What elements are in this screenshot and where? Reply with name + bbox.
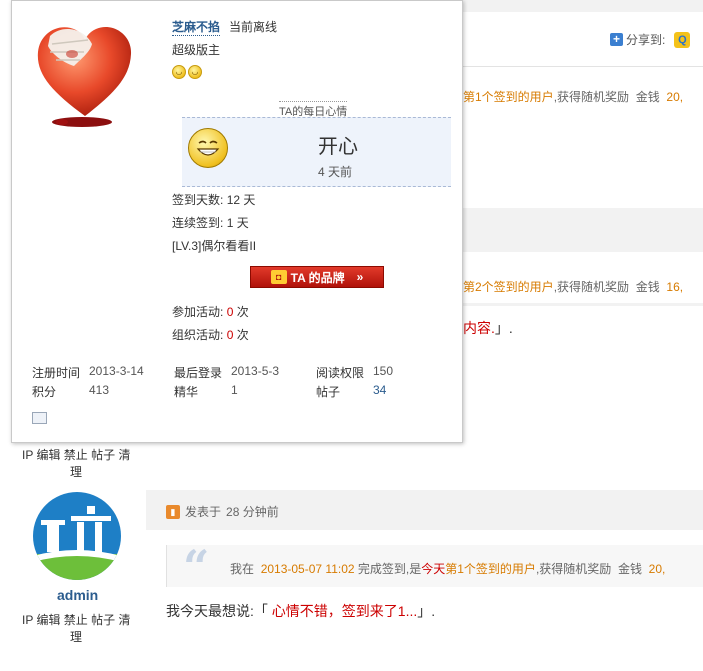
mood-text: 开心 (318, 136, 358, 158)
quote-part: 我在 (230, 562, 255, 576)
admin-link-row[interactable]: 理 (22, 629, 130, 646)
reg-time-label: 注册时间 (32, 366, 81, 380)
user-level: [LV.3]偶尔看看II (172, 239, 257, 253)
read-perm-value: 150 (373, 364, 394, 378)
coin-label: 金钱 (617, 562, 642, 576)
admin-links: IP 编辑 禁止 帖子 清 理 (22, 612, 130, 646)
today-label: 今天 (421, 562, 446, 576)
sign-rank: 第1个签到的用户 (463, 90, 554, 104)
online-status: 当前离线 (229, 20, 278, 34)
coin-label: 金钱 (635, 280, 660, 294)
share-label: 分享到: (626, 33, 666, 47)
sign-reward: ,获得随机奖励 (535, 562, 612, 576)
organize-label: 组织活动: (172, 328, 224, 342)
grin-face-icon (188, 128, 228, 168)
sign-reward: ,获得随机奖励 (553, 90, 630, 104)
plus-icon: + (610, 33, 623, 46)
say-line-bg: 内容.」. (463, 318, 513, 338)
coin-value: 20, (648, 562, 666, 576)
admin-link-row[interactable]: 理 (22, 464, 130, 481)
say-tail: 」. (494, 320, 513, 336)
sign-quote-text: 我在 2013-05-07 11:02 完成签到,是今天第1个签到的用户,获得随… (230, 560, 665, 577)
double-arrow-icon: » (356, 270, 364, 284)
coin-value: 16, (666, 280, 684, 294)
admin-avatar[interactable] (33, 492, 121, 580)
sign-line-2: 第2个签到的用户,获得随机奖励 金钱 16, (463, 278, 683, 295)
say-text: 心情不错，签到来了1... (271, 603, 418, 619)
sign-rank: 第2个签到的用户 (463, 280, 554, 294)
brand-button-label: TA 的品牌 (290, 270, 345, 285)
coin-label: 金钱 (635, 90, 660, 104)
author-name[interactable]: admin (57, 587, 98, 603)
points-value: 413 (89, 383, 110, 397)
username-link[interactable]: 芝麻不掐 (172, 18, 221, 36)
join-activity: 参加活动: 0 次 (172, 303, 249, 320)
posts-label: 帖子 (316, 385, 341, 399)
last-login-value: 2013-5-3 (231, 364, 280, 378)
admin-link-row[interactable]: IP 编辑 禁止 帖子 清 (22, 447, 130, 464)
last-login-label: 最后登录 (174, 366, 223, 380)
smile-badge-icon: ◡ (172, 65, 186, 79)
join-unit: 次 (236, 305, 249, 319)
sign-days: 签到天数: 12 天 (172, 191, 255, 208)
author-icon: ▮ (166, 504, 180, 519)
bag-icon: ◘ (270, 270, 287, 284)
points-label: 积分 (32, 385, 57, 399)
say-suffix: 」. (417, 603, 436, 619)
join-value: 0 (226, 305, 234, 319)
broken-heart-avatar[interactable] (32, 18, 138, 130)
posted-label: 发表于 (185, 505, 222, 519)
today-say: 我今天最想说:「 心情不错，签到来了1...」. (166, 601, 435, 621)
user-group: 超级版主 (172, 43, 221, 57)
streak-label: 连续签到: (172, 216, 224, 230)
digest-label: 精华 (174, 385, 199, 399)
medal-row: ◡ ◡ (172, 65, 202, 79)
organize-value: 0 (226, 328, 234, 342)
coin-value: 20, (666, 90, 684, 104)
posted-time: 28 分钟前 (226, 505, 279, 519)
digest-value: 1 (231, 383, 238, 397)
admin-links: IP 编辑 禁止 帖子 清 理 (22, 447, 130, 481)
admin-link-row[interactable]: IP 编辑 禁止 帖子 清 (22, 612, 130, 629)
sign-line-1: 第1个签到的用户,获得随机奖励 金钱 20, (463, 88, 683, 105)
join-label: 参加活动: (172, 305, 224, 319)
mood-time: 4 天前 (318, 165, 353, 179)
read-perm-label: 阅读权限 (316, 366, 365, 380)
posts-value-link[interactable]: 34 (373, 383, 386, 397)
sign-streak: 连续签到: 1 天 (172, 214, 249, 231)
post-meta: ▮ 发表于 28 分钟前 (166, 503, 279, 520)
streak-value: 1 天 (226, 216, 249, 230)
sign-days-label: 签到天数: (172, 193, 224, 207)
organize-activity: 组织活动: 0 次 (172, 326, 249, 343)
qzone-icon[interactable]: Q (674, 31, 691, 48)
sign-days-value: 12 天 (226, 193, 256, 207)
reg-time-value: 2013-3-14 (89, 364, 144, 378)
quote-part: 完成签到,是 (357, 562, 422, 576)
share-control[interactable]: + 分享到: Q (610, 31, 691, 48)
sign-rank: 第1个签到的用户 (445, 562, 536, 576)
say-prefix: 我今天最想说:「 (166, 603, 268, 619)
organize-unit: 次 (236, 328, 249, 342)
smile-badge-icon: ◡ (188, 65, 202, 79)
card-icon[interactable] (32, 412, 47, 424)
brand-button[interactable]: ◘ TA 的品牌 » (250, 266, 384, 288)
sign-datetime: 2013-05-07 11:02 (260, 562, 355, 576)
say-text: 内容. (463, 320, 495, 336)
sign-reward: ,获得随机奖励 (553, 280, 630, 294)
quote-icon: “ (183, 540, 210, 594)
